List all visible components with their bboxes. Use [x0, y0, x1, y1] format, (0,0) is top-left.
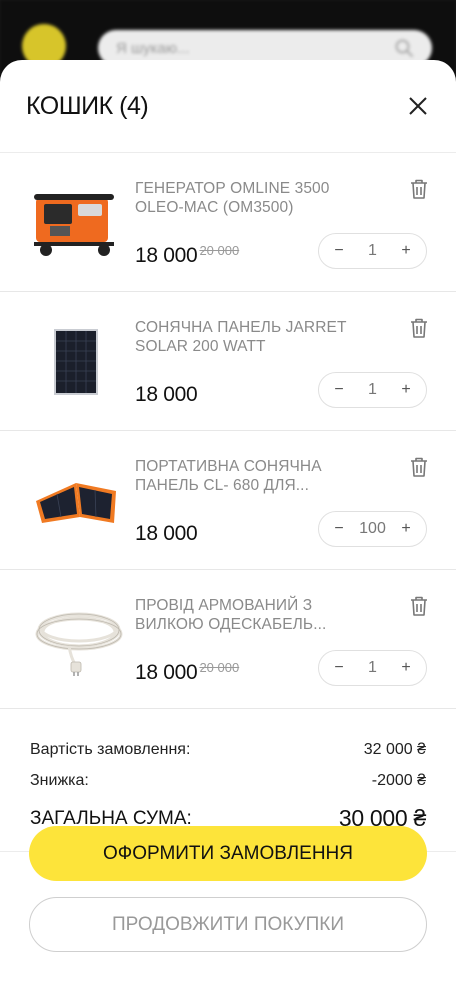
portable-solar-panel-image	[28, 453, 124, 549]
increase-button[interactable]: +	[399, 520, 413, 538]
search-placeholder: Я шукаю...	[116, 39, 190, 57]
quantity-stepper: − 1 +	[318, 372, 427, 408]
cart-item: ПРОВІД АРМОВАНИЙ З ВИЛКОЮ ОДЕСКАБЕЛЬ... …	[0, 570, 456, 709]
item-name[interactable]: ПРОВІД АРМОВАНИЙ З ВИЛКОЮ ОДЕСКАБЕЛЬ...	[135, 596, 355, 634]
cart-item: ПОРТАТИВНА СОНЯЧНА ПАНЕЛЬ CL- 680 ДЛЯ...…	[0, 431, 456, 570]
item-price: 18 000 20 000	[135, 660, 240, 685]
close-icon	[409, 97, 427, 115]
item-price: 18 000 20 000	[135, 243, 240, 268]
item-price-value: 18 000	[135, 661, 198, 684]
cart-item: СОНЯЧНА ПАНЕЛЬ JARRET SOLAR 200 WATT 18 …	[0, 292, 456, 431]
order-cost-value: 32 000 ₴	[363, 740, 426, 758]
order-cost-label: Вартість замовлення:	[30, 740, 191, 758]
increase-button[interactable]: +	[399, 242, 413, 260]
discount-row: Знижка: -2000 ₴	[30, 765, 426, 796]
item-name[interactable]: ГЕНЕРАТОР OMLINE 3500 OLEO-MAC (OM3500)	[135, 179, 355, 217]
trash-icon[interactable]	[409, 595, 429, 617]
trash-icon[interactable]	[409, 456, 429, 478]
increase-button[interactable]: +	[399, 659, 413, 677]
item-price: 18 000	[135, 522, 198, 546]
close-button[interactable]	[406, 94, 430, 118]
quantity-value[interactable]: 1	[346, 659, 399, 677]
search-icon	[395, 39, 413, 57]
decrease-button[interactable]: −	[332, 659, 346, 677]
quantity-value[interactable]: 1	[346, 242, 399, 260]
item-price: 18 000	[135, 383, 198, 407]
discount-label: Знижка:	[30, 771, 89, 789]
item-name[interactable]: СОНЯЧНА ПАНЕЛЬ JARRET SOLAR 200 WATT	[135, 318, 355, 356]
checkout-button[interactable]: ОФОРМИТИ ЗАМОВЛЕННЯ	[29, 826, 427, 881]
item-old-price: 20 000	[199, 660, 240, 675]
quantity-value[interactable]: 100	[346, 520, 399, 538]
decrease-button[interactable]: −	[332, 381, 346, 399]
item-name[interactable]: ПОРТАТИВНА СОНЯЧНА ПАНЕЛЬ CL- 680 ДЛЯ...	[135, 457, 355, 495]
item-price-value: 18 000	[135, 522, 198, 545]
cart-header: КОШИК (4)	[0, 60, 456, 153]
generator-image	[28, 175, 124, 271]
quantity-value[interactable]: 1	[346, 381, 399, 399]
item-price-value: 18 000	[135, 244, 198, 267]
quantity-stepper: − 100 +	[318, 511, 427, 547]
cart-title: КОШИК (4)	[26, 91, 149, 120]
solar-panel-image	[28, 314, 124, 410]
cable-image	[28, 592, 124, 688]
increase-button[interactable]: +	[399, 381, 413, 399]
decrease-button[interactable]: −	[332, 520, 346, 538]
order-cost-row: Вартість замовлення: 32 000 ₴	[30, 734, 426, 765]
cart-item: ГЕНЕРАТОР OMLINE 3500 OLEO-MAC (OM3500) …	[0, 153, 456, 292]
decrease-button[interactable]: −	[332, 242, 346, 260]
quantity-stepper: − 1 +	[318, 650, 427, 686]
discount-value: -2000 ₴	[371, 771, 426, 789]
trash-icon[interactable]	[409, 178, 429, 200]
quantity-stepper: − 1 +	[318, 233, 427, 269]
trash-icon[interactable]	[409, 317, 429, 339]
item-old-price: 20 000	[199, 243, 240, 258]
item-price-value: 18 000	[135, 383, 198, 406]
continue-shopping-button[interactable]: ПРОДОВЖИТИ ПОКУПКИ	[29, 897, 427, 952]
